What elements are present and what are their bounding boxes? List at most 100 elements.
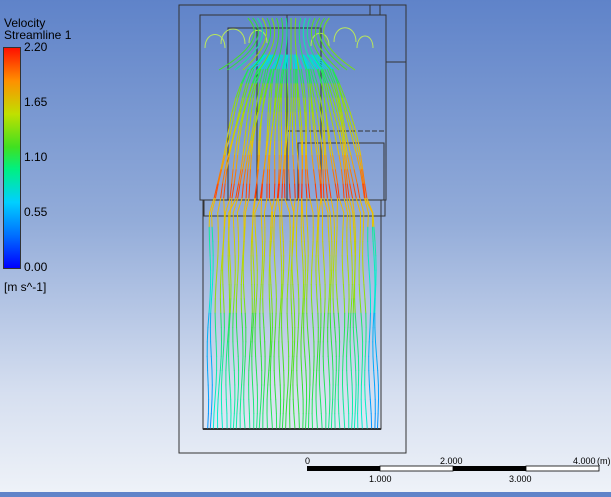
streamline-segment — [316, 371, 317, 385]
streamline-segment — [330, 213, 331, 227]
streamline-segment — [299, 112, 300, 126]
streamline-segment — [247, 170, 248, 184]
streamline-segment — [270, 98, 271, 112]
streamline-segment — [345, 98, 350, 112]
streamline-segment — [237, 199, 242, 213]
streamline-segment — [327, 98, 330, 112]
streamline-segment — [233, 213, 234, 227]
streamline-segment — [317, 299, 318, 313]
streamline-segment — [317, 356, 318, 370]
streamline-segment — [302, 371, 303, 385]
swirl-streamline — [357, 36, 373, 48]
streamline-segment — [305, 112, 306, 126]
streamline-segment — [369, 342, 370, 356]
streamline-segment — [255, 227, 256, 241]
scale-label-1000: 1.000 — [369, 474, 392, 484]
streamline-segment — [370, 285, 371, 299]
streamline-segment — [243, 356, 244, 370]
streamline-segment — [243, 84, 247, 98]
streamline-segment — [282, 328, 283, 342]
streamline-segment — [293, 356, 294, 370]
legend-colorbar — [3, 47, 21, 269]
streamline-segment — [350, 227, 351, 241]
streamline-segment — [288, 112, 289, 126]
streamline-segment — [245, 141, 247, 155]
streamline-segment — [213, 270, 214, 284]
cfd-viewport[interactable]: Velocity Streamline 1 2.20 1.65 1.10 0.5… — [0, 0, 611, 492]
streamline-segment — [328, 313, 329, 327]
streamline-segment — [329, 371, 330, 385]
streamline-segment — [282, 184, 283, 198]
streamline-segment — [245, 313, 246, 327]
streamline-segment — [326, 184, 327, 198]
streamline-segment — [359, 285, 360, 299]
streamline-segment — [377, 356, 378, 370]
streamline-segment — [373, 227, 374, 241]
streamline-segment — [271, 227, 272, 241]
streamline-segment — [306, 184, 307, 198]
streamline-segment — [350, 184, 353, 198]
streamline-segment — [255, 313, 256, 327]
streamline-segment — [302, 242, 303, 256]
streamline-segment — [335, 328, 336, 342]
streamline-segment — [375, 328, 376, 342]
streamline-segment — [292, 356, 293, 370]
streamline-segment — [312, 385, 313, 399]
streamline-segment — [260, 399, 261, 413]
streamline-segment — [352, 256, 353, 270]
streamline-segment — [337, 127, 340, 141]
streamline-segment — [289, 141, 290, 155]
streamline-segment — [207, 328, 208, 342]
streamline-segment — [293, 399, 294, 413]
streamline-segment — [208, 371, 209, 385]
streamline-segment — [328, 356, 329, 370]
streamline-segment — [283, 356, 284, 370]
streamline-segment — [274, 256, 275, 270]
streamline-segment — [354, 342, 355, 356]
streamline-segment — [362, 414, 363, 428]
streamline-segment — [368, 242, 369, 256]
streamline-segment — [304, 285, 305, 299]
streamline-segment — [223, 242, 224, 256]
streamline-segment — [296, 127, 297, 141]
streamline-segment — [210, 242, 211, 256]
streamline-segment — [319, 199, 321, 213]
streamline-segment — [318, 256, 319, 270]
streamline-segment — [303, 213, 304, 227]
streamline-segment — [351, 371, 352, 385]
streamline-segment — [351, 356, 352, 370]
top-right-notch-outline — [370, 5, 406, 62]
streamline-segment — [319, 170, 320, 184]
streamline-segment — [331, 270, 332, 284]
streamline-segment — [348, 313, 349, 327]
streamline-segment — [306, 414, 307, 428]
streamline-segment — [305, 356, 306, 370]
streamline-segment — [324, 256, 325, 270]
streamline-segment — [216, 328, 217, 342]
streamline-segment — [336, 342, 337, 356]
scale-label-4000: 4.000 — [573, 456, 596, 466]
streamline-segment — [297, 270, 298, 284]
streamline-segment — [279, 98, 280, 112]
streamline-segment — [234, 227, 235, 241]
streamline-segment — [338, 371, 339, 385]
streamline-segment — [320, 328, 321, 342]
streamline-segment — [282, 170, 283, 184]
streamline-segment — [317, 414, 318, 428]
legend-tick-0-55: 0.55 — [24, 206, 47, 218]
streamline-segment — [285, 155, 286, 169]
streamline-segment — [324, 371, 325, 385]
streamline-segment — [323, 328, 324, 342]
streamline-segment — [218, 399, 219, 413]
streamline-segment — [282, 227, 283, 241]
streamline-segment — [248, 127, 250, 141]
streamline-segment — [324, 313, 325, 327]
streamline-segment — [344, 414, 345, 428]
streamline-segment — [365, 385, 366, 399]
streamline-segment — [212, 285, 213, 299]
streamline-segment — [321, 170, 322, 184]
streamline-segment — [347, 328, 348, 342]
streamline-segment — [258, 141, 259, 155]
streamline-segment — [297, 385, 298, 399]
streamline-segment — [375, 242, 376, 256]
